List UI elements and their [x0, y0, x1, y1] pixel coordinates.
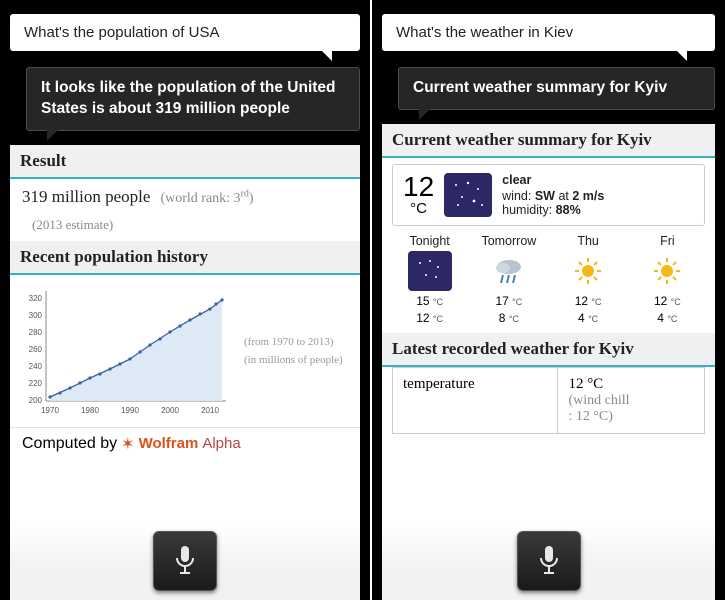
svg-text:1980: 1980	[81, 406, 99, 415]
current-details: clear wind: SW at 2 m/s humidity: 88%	[502, 173, 604, 217]
latest-value-cell: 12 °C (wind chill : 12 °C)	[558, 367, 705, 433]
table-row: temperature 12 °C (wind chill : 12 °C)	[393, 367, 705, 433]
assistant-reply-text: Current weather summary for Kyiv	[413, 79, 667, 96]
svg-text:1990: 1990	[121, 406, 139, 415]
latest-param: temperature	[393, 367, 558, 433]
user-query-text: What's the population of USA	[24, 24, 219, 41]
mic-bar	[372, 522, 725, 600]
user-query-bubble: What's the population of USA	[10, 14, 360, 51]
current-condition: clear	[502, 173, 604, 187]
wind-chill: (wind chill : 12 °C)	[568, 393, 694, 425]
forecast-fri: Fri 12 °C 4 °C	[628, 234, 707, 325]
svg-text:300: 300	[29, 311, 43, 320]
svg-text:1970: 1970	[41, 406, 59, 415]
population-chart: 200 220 240 260 280 300 320	[10, 275, 360, 423]
wind-row: wind: SW at 2 m/s	[502, 189, 604, 203]
wolfram-alpha: Alpha	[202, 435, 240, 452]
svg-text:2010: 2010	[201, 406, 219, 415]
forecast-tomorrow: Tomorrow 17 °C 8 °C	[469, 234, 548, 325]
forecast-tonight: Tonight 15 °C 12 °C	[390, 234, 469, 325]
humidity-row: humidity: 88%	[502, 203, 604, 217]
svg-text:320: 320	[29, 294, 43, 303]
svg-text:2000: 2000	[161, 406, 179, 415]
result-header: Result	[10, 145, 360, 179]
chart-svg: 200 220 240 260 280 300 320	[16, 281, 236, 421]
screen-weather: What's the weather in Kiev Current weath…	[370, 0, 725, 600]
forecast-thu: Thu 12 °C 4 °C	[549, 234, 628, 325]
result-value: 319 million people	[22, 187, 150, 206]
assistant-reply-text: It looks like the population of the Unit…	[41, 79, 336, 117]
night-clear-icon	[444, 173, 492, 217]
assistant-reply-bubble: It looks like the population of the Unit…	[26, 67, 360, 131]
user-query-text: What's the weather in Kiev	[396, 24, 573, 41]
weather-header: Current weather summary for Kyiv	[382, 124, 715, 158]
rain-icon	[487, 251, 531, 291]
current-weather-box: 12 °C clear wind: SW at 2 m/s humidity:	[392, 164, 705, 226]
wolfram-star-icon: ✶	[121, 434, 134, 454]
computed-by-row: Computed by ✶ WolframAlpha	[10, 427, 360, 460]
current-temp: 12 °C	[403, 173, 434, 216]
chart-caption: (from 1970 to 2013) (in millions of peop…	[244, 281, 354, 421]
svg-text:200: 200	[29, 396, 43, 405]
latest-header: Latest recorded weather for Kyiv	[382, 333, 715, 367]
latest-table: temperature 12 °C (wind chill : 12 °C)	[392, 367, 705, 434]
user-query-bubble: What's the weather in Kiev	[382, 14, 715, 51]
sun-icon	[645, 251, 689, 291]
svg-text:260: 260	[29, 345, 43, 354]
svg-text:280: 280	[29, 328, 43, 337]
forecast-row: Tonight 15 °C 12 °C Tomorrow 17 °C 8 °C …	[382, 232, 715, 333]
night-clear-icon	[408, 251, 452, 291]
result-estimate: (2013 estimate)	[32, 217, 348, 233]
microphone-icon	[172, 544, 198, 578]
svg-text:220: 220	[29, 379, 43, 388]
computed-label: Computed by	[22, 435, 117, 453]
mic-button[interactable]	[153, 531, 217, 591]
sun-icon	[566, 251, 610, 291]
result-body: 319 million people (world rank: 3rd) (20…	[10, 179, 360, 241]
screen-population: What's the population of USA It looks li…	[0, 0, 370, 600]
history-header: Recent population history	[10, 241, 360, 275]
svg-text:240: 240	[29, 362, 43, 371]
microphone-icon	[536, 544, 562, 578]
mic-bar	[0, 522, 370, 600]
wolfram-name: Wolfram	[139, 435, 199, 452]
assistant-reply-bubble: Current weather summary for Kyiv	[398, 67, 715, 110]
result-rank: (world rank: 3rd)	[160, 191, 253, 206]
mic-button[interactable]	[517, 531, 581, 591]
latest-value: 12 °C	[568, 376, 694, 393]
